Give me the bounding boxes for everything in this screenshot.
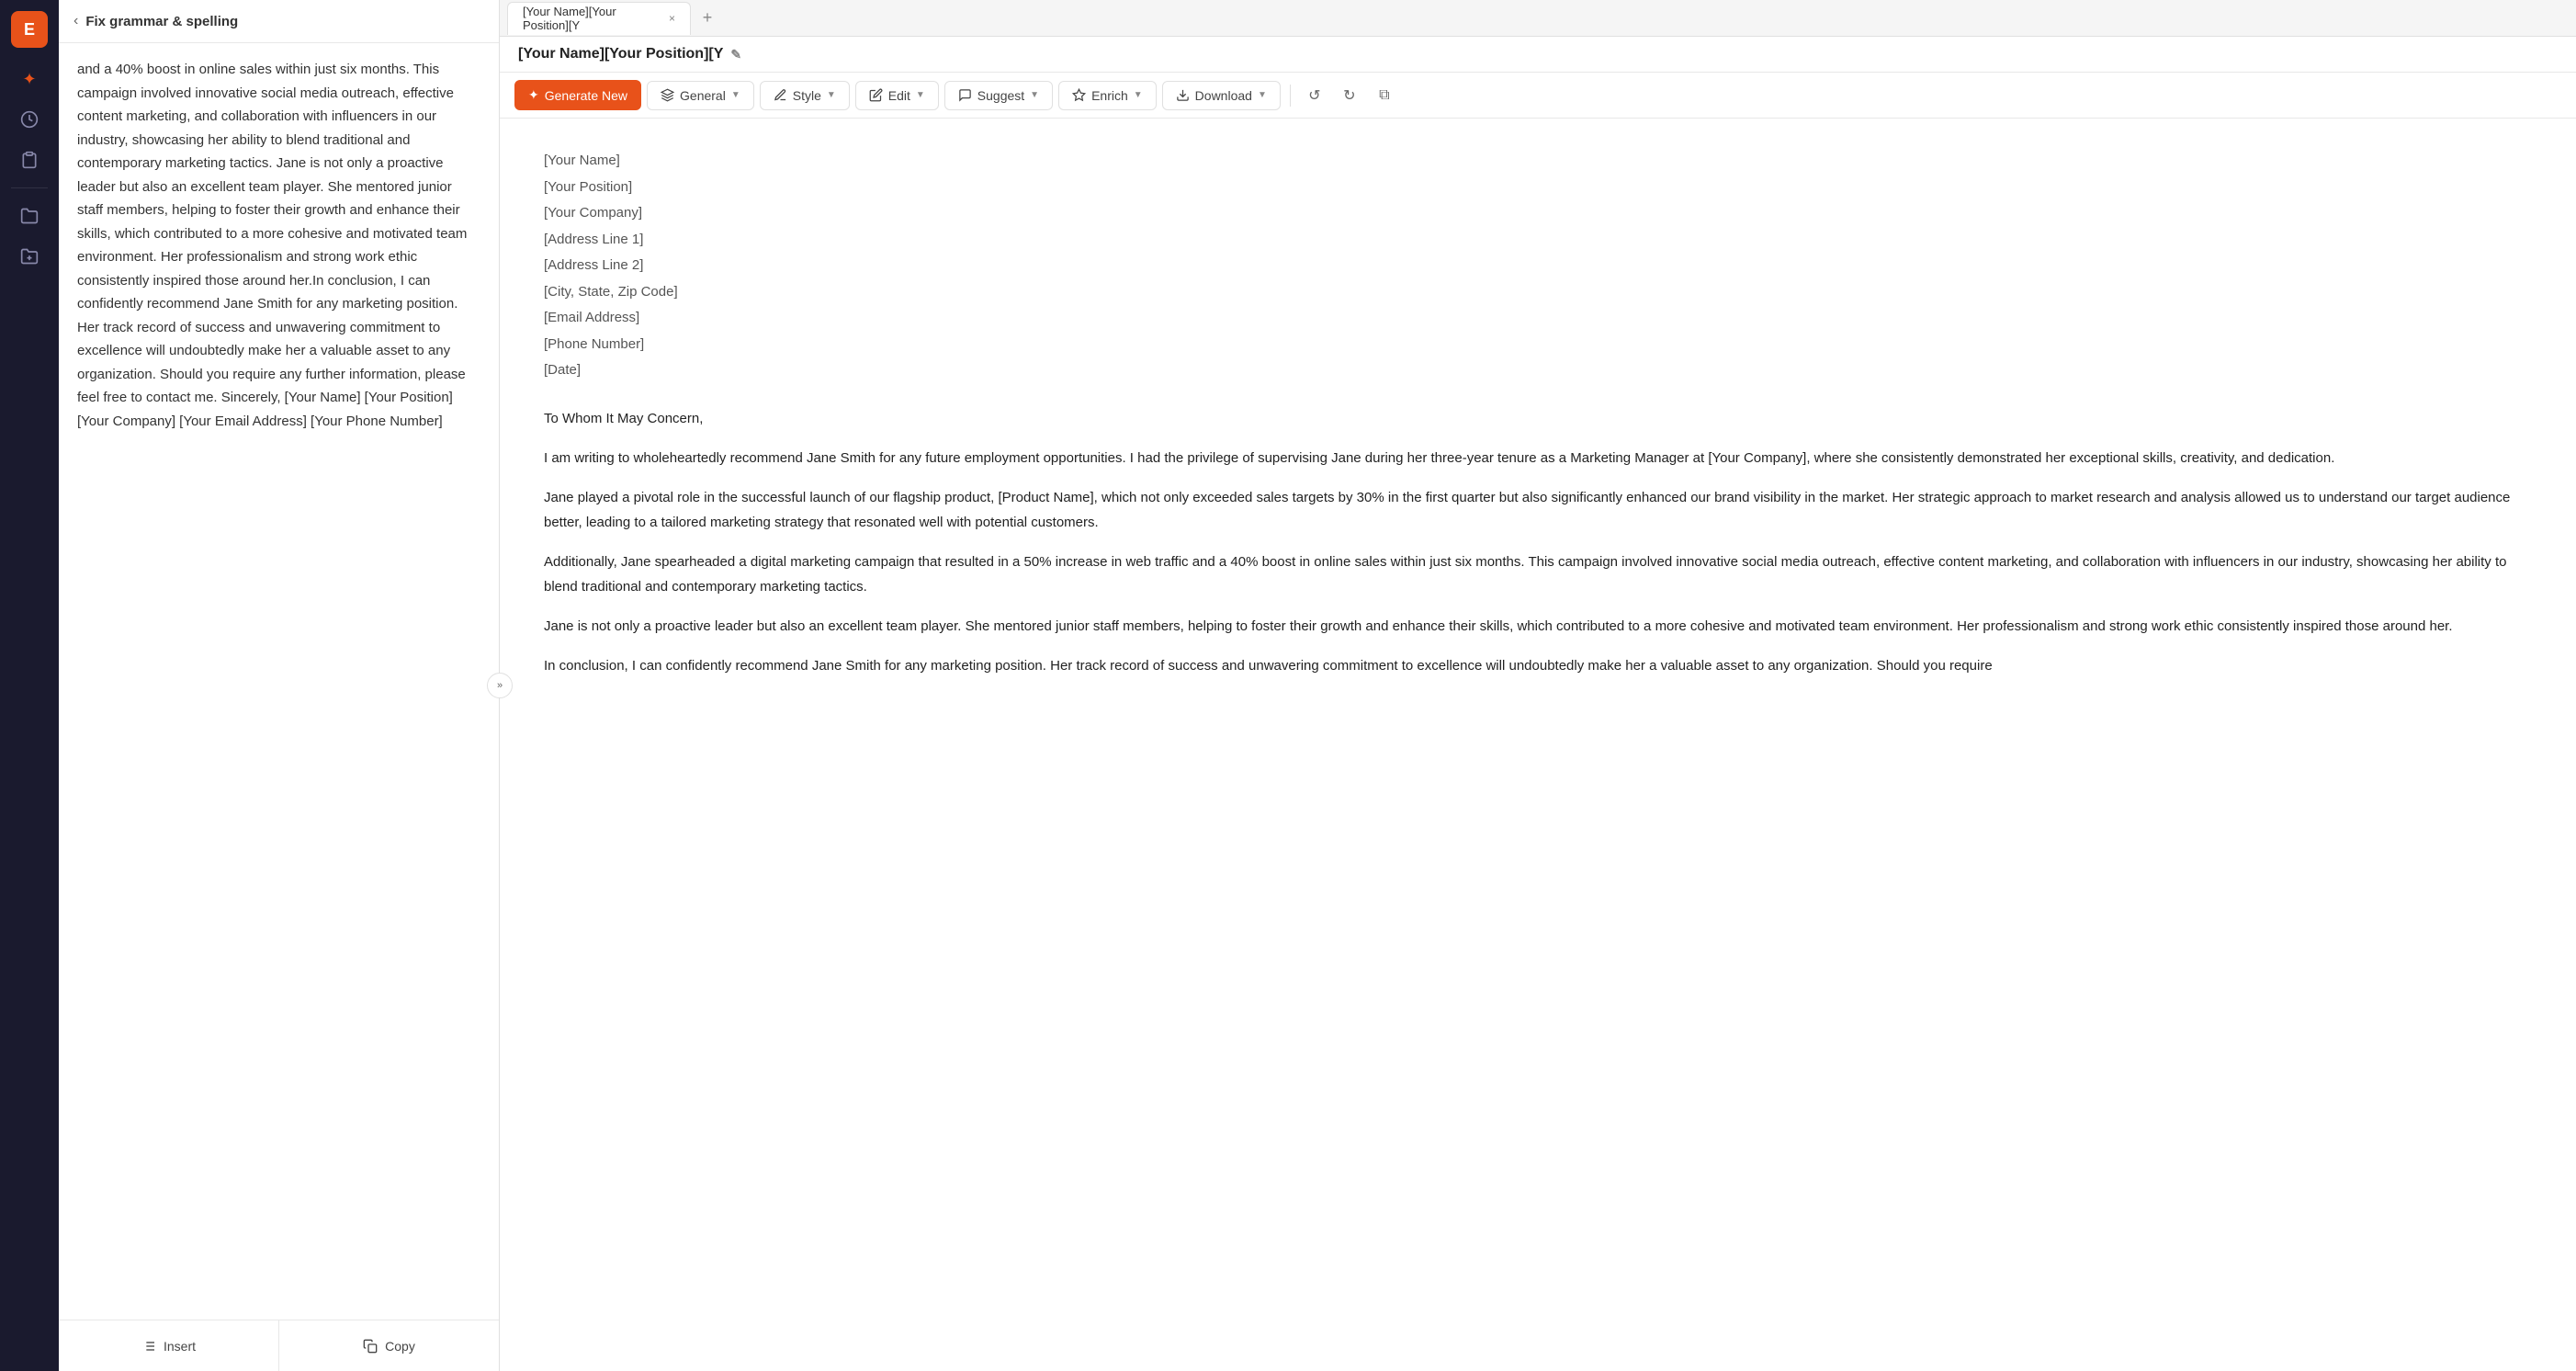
suggest-button[interactable]: Suggest ▼ (944, 81, 1053, 110)
copy-label: Copy (385, 1339, 415, 1354)
copy-button[interactable]: Copy (279, 1320, 499, 1371)
sidebar-icon-folder2[interactable] (13, 240, 46, 273)
address-line2: [Address Line 2] (544, 253, 2532, 279)
insert-icon (141, 1339, 156, 1354)
right-panel: [Your Name][Your Position][Y × + [Your N… (500, 0, 2576, 1371)
generate-new-button[interactable]: ✦ Generate New (514, 80, 641, 110)
left-panel-content: and a 40% boost in online sales within j… (59, 43, 499, 1320)
document-tab[interactable]: [Your Name][Your Position][Y × (507, 2, 691, 35)
copy-toolbar-button[interactable]: ⧉ (1370, 81, 1399, 110)
left-panel-header: ‹ Fix grammar & spelling (59, 0, 499, 43)
document-content: [Your Name] [Your Position] [Your Compan… (500, 119, 2576, 1371)
redo-button[interactable]: ↻ (1335, 81, 1364, 110)
collapse-panel-button[interactable]: » (487, 673, 513, 698)
style-icon (774, 88, 787, 102)
insert-button[interactable]: Insert (59, 1320, 279, 1371)
address-line1: [Address Line 1] (544, 227, 2532, 254)
tab-bar: [Your Name][Your Position][Y × + (500, 0, 2576, 37)
new-tab-button[interactable]: + (695, 6, 720, 31)
paragraph-1: I am writing to wholeheartedly recommend… (544, 446, 2532, 470)
paragraph-4: Jane is not only a proactive leader but … (544, 614, 2532, 639)
style-button[interactable]: Style ▼ (760, 81, 850, 110)
general-chevron: ▼ (731, 90, 740, 100)
enrich-icon (1072, 88, 1086, 102)
document-header: [Your Name][Your Position][Y ✎ (500, 37, 2576, 73)
enrich-label: Enrich (1091, 88, 1128, 103)
app-logo[interactable]: E (11, 11, 48, 48)
edit-button[interactable]: Edit ▼ (855, 81, 939, 110)
address-position: [Your Position] (544, 175, 2532, 201)
copy-icon (363, 1339, 378, 1354)
generate-icon: ✦ (528, 87, 539, 103)
suggest-label: Suggest (977, 88, 1024, 103)
document-title: [Your Name][Your Position][Y ✎ (518, 46, 741, 62)
sidebar-divider (11, 187, 48, 188)
address-city: [City, State, Zip Code] (544, 279, 2532, 306)
address-block: [Your Name] [Your Position] [Your Compan… (544, 148, 2532, 384)
tab-close-button[interactable]: × (669, 12, 675, 25)
title-edit-icon[interactable]: ✎ (730, 47, 741, 62)
general-label: General (680, 88, 726, 103)
left-panel-wrapper: ‹ Fix grammar & spelling and a 40% boost… (59, 0, 500, 1371)
download-icon (1176, 88, 1190, 102)
download-chevron: ▼ (1258, 90, 1267, 100)
address-email: [Email Address] (544, 305, 2532, 332)
enrich-button[interactable]: Enrich ▼ (1058, 81, 1157, 110)
left-panel-footer: Insert Copy (59, 1320, 499, 1371)
download-label: Download (1195, 88, 1252, 103)
tab-label: [Your Name][Your Position][Y (523, 5, 661, 32)
suggest-chevron: ▼ (1030, 90, 1039, 100)
address-name: [Your Name] (544, 148, 2532, 175)
left-panel-title: Fix grammar & spelling (85, 14, 238, 29)
enrich-chevron: ▼ (1134, 90, 1143, 100)
style-chevron: ▼ (827, 90, 836, 100)
general-icon (661, 88, 674, 102)
salutation: To Whom It May Concern, (544, 406, 2532, 431)
sidebar-icon-magic[interactable]: ✦ (13, 62, 46, 96)
generate-label: Generate New (545, 88, 627, 103)
undo-button[interactable]: ↺ (1300, 81, 1329, 110)
paragraph-5: In conclusion, I can confidently recomme… (544, 653, 2532, 678)
general-button[interactable]: General ▼ (647, 81, 754, 110)
edit-label: Edit (888, 88, 910, 103)
left-panel: ‹ Fix grammar & spelling and a 40% boost… (59, 0, 500, 1371)
sidebar: E ✦ (0, 0, 59, 1371)
insert-label: Insert (164, 1339, 196, 1354)
back-button[interactable]: ‹ (73, 13, 78, 29)
address-date: [Date] (544, 357, 2532, 384)
address-company: [Your Company] (544, 200, 2532, 227)
style-label: Style (793, 88, 821, 103)
edit-icon (869, 88, 883, 102)
suggest-icon (958, 88, 972, 102)
toolbar-separator (1290, 85, 1291, 107)
address-phone: [Phone Number] (544, 332, 2532, 358)
toolbar: ✦ Generate New General ▼ Style ▼ Edit ▼ … (500, 73, 2576, 119)
paragraph-2: Jane played a pivotal role in the succes… (544, 485, 2532, 535)
sidebar-icon-folder1[interactable] (13, 199, 46, 232)
sidebar-icon-history[interactable] (13, 103, 46, 136)
download-button[interactable]: Download ▼ (1162, 81, 1281, 110)
edit-chevron: ▼ (916, 90, 925, 100)
sidebar-icon-clipboard[interactable] (13, 143, 46, 176)
paragraph-3: Additionally, Jane spearheaded a digital… (544, 550, 2532, 599)
